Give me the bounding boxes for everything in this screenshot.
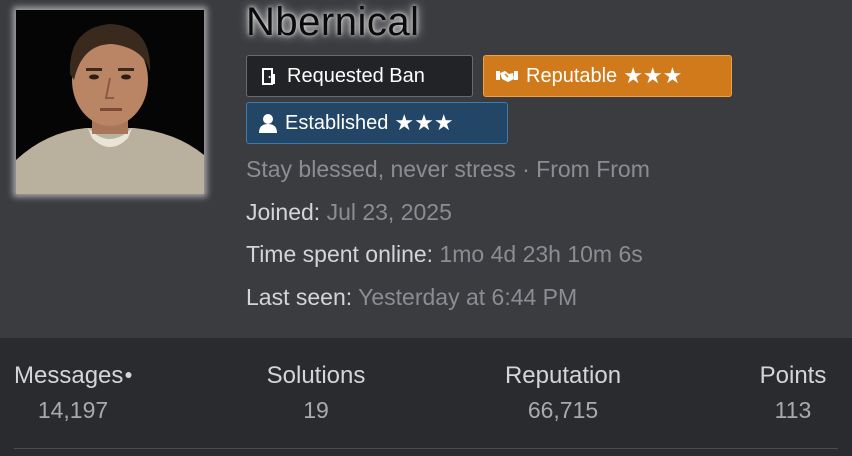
established-label: Established (285, 111, 389, 134)
last-seen-label: Last seen: (246, 284, 353, 310)
stats-bar: Messages● 14,197 Solutions 19 Reputation… (0, 338, 852, 456)
solutions-label: Solutions (266, 362, 366, 389)
stat-points[interactable]: Points 113 (750, 362, 836, 424)
reputable-label: Reputable (526, 64, 618, 87)
joined-label: Joined: (246, 199, 321, 225)
points-value: 113 (774, 397, 812, 423)
divider (14, 448, 838, 449)
messages-label: Messages (14, 362, 124, 389)
door-icon (259, 66, 279, 86)
profile-header: Nbernical Requested Ban Reputable ★★★ Es… (0, 0, 852, 338)
messages-value: 14,197 (37, 397, 109, 423)
joined-row: Joined: Jul 23, 2025 (246, 199, 452, 226)
established-badge[interactable]: Established ★★★ (246, 102, 508, 144)
handshake-icon (496, 68, 518, 84)
established-stars: ★★★ (394, 110, 454, 135)
joined-value: Jul 23, 2025 (326, 199, 452, 225)
last-seen-row: Last seen: Yesterday at 6:44 PM (246, 284, 577, 311)
online-time-row: Time spent online: 1mo 4d 23h 10m 6s (246, 241, 643, 268)
tagline: Stay blessed, never stress · From From (246, 156, 650, 182)
dot-icon: ● (124, 366, 133, 382)
reputable-stars: ★★★ (623, 63, 683, 88)
reputation-value: 66,715 (527, 397, 599, 423)
username: Nbernical (246, 0, 420, 44)
requested-ban-label: Requested Ban (287, 64, 425, 87)
requested-ban-badge[interactable]: Requested Ban (246, 55, 473, 97)
reputable-badge[interactable]: Reputable ★★★ (483, 55, 732, 97)
stat-solutions[interactable]: Solutions 19 (256, 362, 376, 424)
avatar[interactable] (16, 10, 204, 194)
solutions-value: 19 (303, 397, 329, 423)
online-time-value: 1mo 4d 23h 10m 6s (439, 241, 643, 267)
reputation-label: Reputation (504, 362, 622, 389)
user-icon (259, 113, 277, 133)
online-time-label: Time spent online: (246, 241, 434, 267)
last-seen-value[interactable]: Yesterday at 6:44 PM (358, 284, 577, 310)
stat-reputation[interactable]: Reputation 66,715 (492, 362, 634, 424)
points-label: Points (759, 362, 827, 389)
stat-messages[interactable]: Messages● 14,197 (14, 362, 133, 424)
